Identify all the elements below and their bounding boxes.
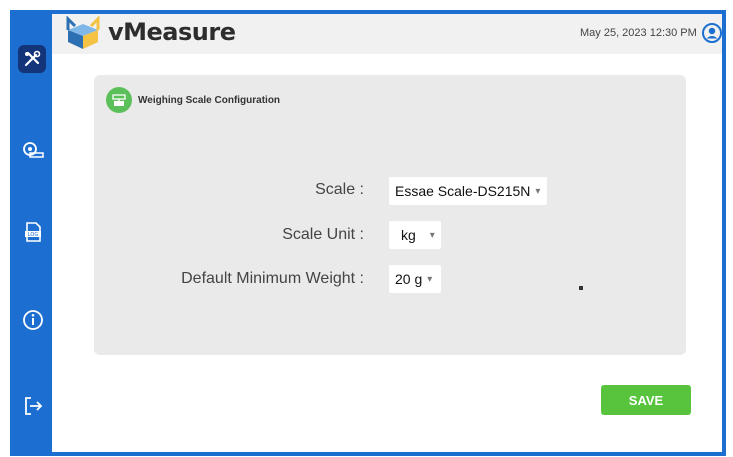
info-icon[interactable] (21, 308, 45, 332)
scale-select[interactable]: Essae Scale-DS215N ▾ (389, 177, 547, 205)
scale-unit-label: Scale Unit : (282, 226, 364, 243)
scale-icon (106, 87, 132, 113)
scale-unit-select[interactable]: kg ▾ (389, 221, 441, 249)
save-button[interactable]: SAVE (601, 385, 691, 415)
vmeasure-logo-icon (66, 16, 100, 49)
tools-icon[interactable] (18, 45, 46, 73)
main-content: Weighing Scale Configuration Scale : Ess… (52, 54, 722, 452)
measuring-tape-icon[interactable] (21, 138, 45, 162)
chevron-down-icon: ▾ (535, 185, 541, 197)
scale-config-panel: Weighing Scale Configuration Scale : Ess… (94, 75, 686, 355)
mouse-cursor (579, 286, 583, 290)
min-weight-label: Default Minimum Weight : (181, 270, 364, 287)
sidebar: LOG (10, 10, 52, 456)
panel-header: Weighing Scale Configuration (106, 87, 280, 113)
chevron-down-icon: ▾ (429, 229, 435, 241)
scale-value: Essae Scale-DS215N (395, 183, 531, 199)
datetime: May 25, 2023 12:30 PM (580, 27, 697, 39)
min-weight-value: 20 g (395, 271, 423, 287)
min-weight-select[interactable]: 20 g ▾ (389, 265, 441, 293)
log-icon[interactable]: LOG (21, 220, 45, 244)
scale-label: Scale : (315, 181, 364, 198)
app-title: vMeasure (108, 18, 236, 46)
scale-unit-value: kg (401, 227, 416, 243)
panel-title: Weighing Scale Configuration (138, 94, 281, 106)
user-icon[interactable] (702, 23, 722, 43)
svg-text:LOG: LOG (28, 232, 39, 238)
logout-icon[interactable] (21, 394, 45, 418)
top-bar: vMeasure May 25, 2023 12:30 PM (52, 14, 722, 54)
chevron-down-icon: ▾ (427, 273, 433, 285)
